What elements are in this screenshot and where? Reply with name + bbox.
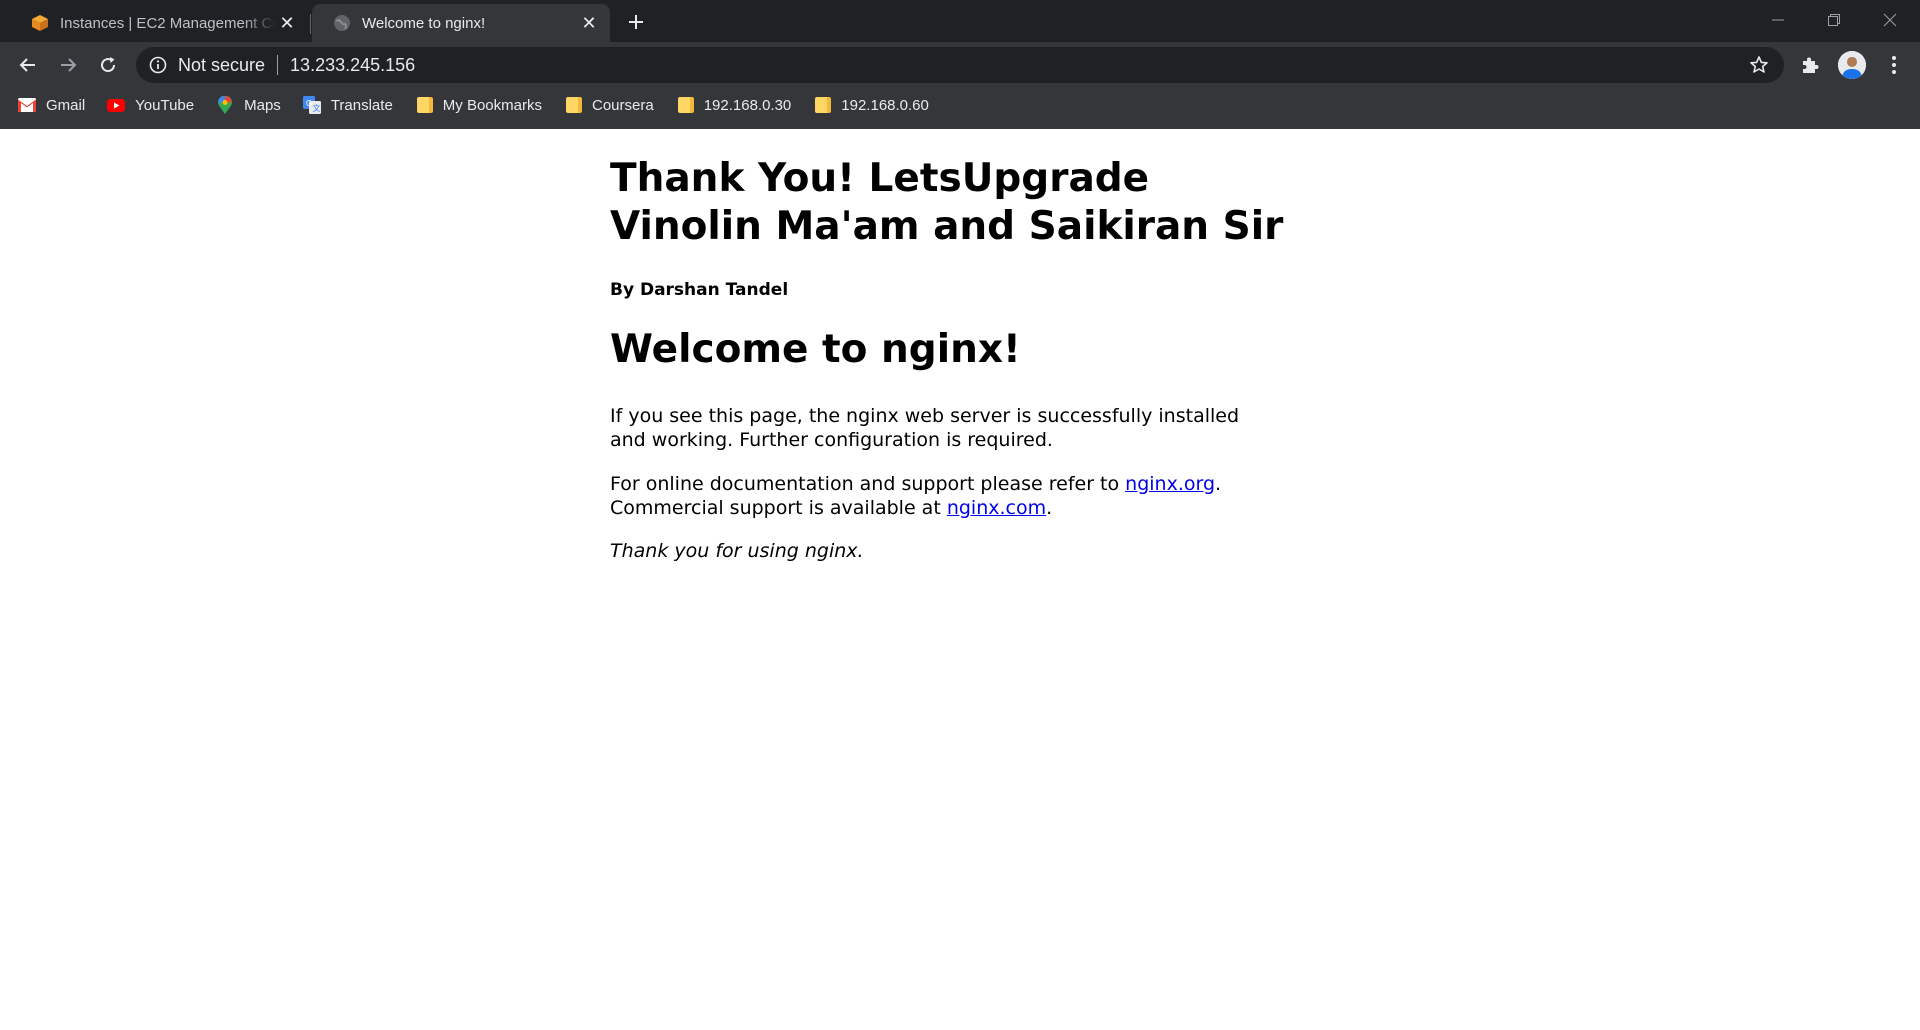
restore-button[interactable] bbox=[1806, 0, 1862, 40]
folder-icon bbox=[564, 96, 582, 114]
address-divider bbox=[277, 55, 279, 75]
youtube-icon bbox=[107, 96, 126, 114]
svg-text:文: 文 bbox=[312, 103, 320, 113]
tab-title: Welcome to nginx! bbox=[362, 14, 486, 32]
bookmark-star-icon[interactable] bbox=[1748, 54, 1770, 76]
nginx-com-link[interactable]: nginx.com bbox=[947, 497, 1046, 519]
support-text-suffix: . bbox=[1046, 497, 1053, 519]
close-icon[interactable]: ✕ bbox=[578, 12, 600, 34]
address-bar[interactable]: Not secure 13.233.245.156 bbox=[136, 47, 1784, 83]
bookmark-gmail[interactable]: Gmail bbox=[18, 91, 85, 119]
back-button[interactable] bbox=[12, 49, 44, 81]
welcome-heading: Welcome to nginx! bbox=[610, 327, 1021, 372]
url-text[interactable]: 13.233.245.156 bbox=[290, 55, 415, 76]
window-close-button[interactable] bbox=[1862, 0, 1918, 40]
minimize-icon bbox=[1772, 19, 1784, 21]
arrow-right-icon bbox=[61, 58, 77, 72]
close-icon bbox=[1883, 13, 1897, 27]
more-vert-icon bbox=[1892, 56, 1896, 74]
folder-icon bbox=[415, 96, 433, 114]
browser-toolbar: Not secure 13.233.245.156 bbox=[0, 42, 1920, 88]
translate-icon: G 文 bbox=[302, 96, 321, 114]
bookmark-folder-192-168-0-30[interactable]: 192.168.0.30 bbox=[676, 91, 792, 119]
profile-avatar[interactable] bbox=[1838, 51, 1866, 79]
bookmark-folder-192-168-0-60[interactable]: 192.168.0.60 bbox=[813, 91, 929, 119]
web-page-viewport: Thank You! LetsUpgrade Vinolin Ma'am and… bbox=[0, 129, 1920, 1030]
support-paragraph: For online documentation and support ple… bbox=[610, 472, 1250, 520]
gmail-icon bbox=[18, 96, 36, 114]
reload-button[interactable] bbox=[92, 49, 124, 81]
bookmark-label: My Bookmarks bbox=[442, 96, 542, 114]
close-icon[interactable]: ✕ bbox=[276, 12, 298, 34]
bookmark-label: Translate bbox=[330, 96, 393, 114]
nginx-org-link[interactable]: nginx.org bbox=[1125, 473, 1215, 495]
bookmark-label: YouTube bbox=[135, 96, 195, 114]
bookmark-translate[interactable]: G 文 Translate bbox=[302, 91, 393, 119]
menu-button[interactable] bbox=[1880, 51, 1908, 79]
bookmark-label: Coursera bbox=[591, 96, 654, 114]
maps-icon bbox=[216, 96, 234, 114]
svg-text:G: G bbox=[306, 99, 312, 108]
bookmark-label: 192.168.0.60 bbox=[841, 96, 929, 114]
security-label[interactable]: Not secure bbox=[178, 55, 265, 76]
plus-icon bbox=[629, 15, 643, 29]
bookmark-youtube[interactable]: YouTube bbox=[107, 91, 194, 119]
folder-icon bbox=[676, 96, 694, 114]
tab-strip: Instances | EC2 Management Console ✕ Wel… bbox=[0, 0, 1920, 42]
tab-nginx-welcome[interactable]: Welcome to nginx! ✕ bbox=[312, 4, 610, 42]
intro-paragraph: If you see this page, the nginx web serv… bbox=[610, 405, 1240, 451]
extensions-puzzle-icon[interactable] bbox=[1798, 53, 1822, 77]
aws-cube-icon bbox=[30, 13, 50, 33]
bookmarks-bar: Gmail YouTube Maps G 文 Translate My Book… bbox=[0, 88, 1920, 122]
person-avatar-icon bbox=[1838, 51, 1866, 79]
arrow-left-icon bbox=[19, 58, 35, 72]
bookmark-maps[interactable]: Maps bbox=[216, 91, 281, 119]
browser-chrome: Instances | EC2 Management Console ✕ Wel… bbox=[0, 0, 1920, 129]
globe-icon bbox=[332, 13, 352, 33]
minimize-button[interactable] bbox=[1750, 0, 1806, 40]
bookmark-label: Maps bbox=[244, 96, 281, 114]
bookmark-label: Gmail bbox=[46, 96, 86, 114]
bookmark-folder-coursera[interactable]: Coursera bbox=[564, 91, 654, 119]
restore-icon bbox=[1828, 14, 1840, 26]
tab-separator bbox=[310, 14, 311, 34]
support-text-prefix: For online documentation and support ple… bbox=[610, 473, 1126, 495]
closing-text: Thank you for using nginx. bbox=[610, 540, 864, 562]
thank-you-heading: Thank You! LetsUpgrade Vinolin Ma'am and… bbox=[610, 155, 1310, 251]
info-icon[interactable] bbox=[148, 55, 168, 75]
heading-line-1: Thank You! LetsUpgrade bbox=[610, 156, 1150, 201]
forward-button[interactable] bbox=[52, 49, 84, 81]
reload-icon bbox=[101, 57, 116, 73]
bookmark-label: 192.168.0.30 bbox=[703, 96, 792, 114]
author-byline: By Darshan Tandel bbox=[610, 280, 789, 300]
tab-ec2-instances[interactable]: Instances | EC2 Management Console ✕ bbox=[10, 4, 308, 42]
folder-icon bbox=[813, 96, 832, 114]
heading-line-2: Vinolin Ma'am and Saikiran Sir bbox=[610, 204, 1284, 249]
tab-title: Instances | EC2 Management Console bbox=[60, 14, 276, 32]
new-tab-button[interactable] bbox=[622, 8, 650, 36]
bookmark-folder-my-bookmarks[interactable]: My Bookmarks bbox=[415, 91, 542, 119]
